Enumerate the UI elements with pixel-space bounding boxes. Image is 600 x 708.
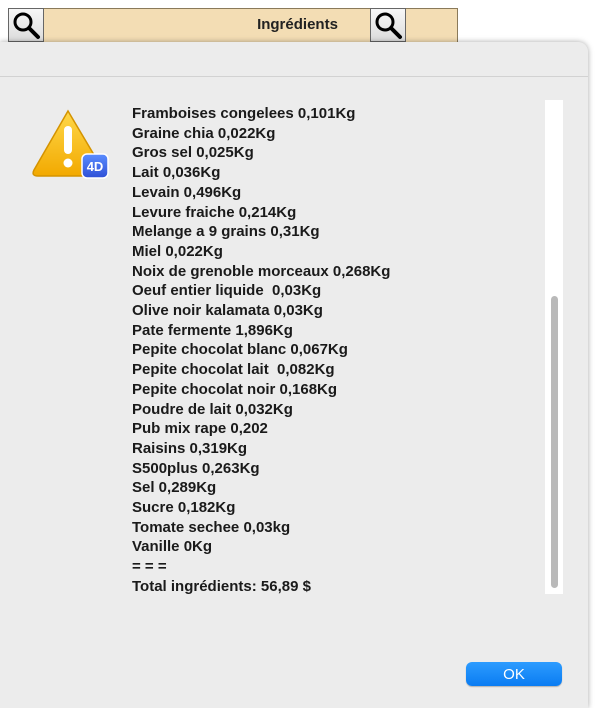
- dialog-titlebar: [0, 42, 588, 77]
- magnifier-icon: [13, 12, 40, 39]
- message-line: Pepite chocolat blanc 0,067Kg: [132, 341, 348, 359]
- toolbar-top-edge: [0, 0, 600, 8]
- message-line: Pate fermente 1,896Kg: [132, 321, 293, 339]
- message-line: Lait 0,036Kg: [132, 164, 221, 182]
- message-line: Melange a 9 grains 0,31Kg: [132, 223, 320, 241]
- message-line: Pub mix rape 0,202: [132, 420, 268, 438]
- message-text-area[interactable]: Framboises congelees 0,101Kg Graine chia …: [124, 100, 564, 597]
- message-line: Miel 0,022Kg: [132, 242, 223, 260]
- toolbar-title: Ingrédients: [257, 16, 338, 33]
- search-button-right[interactable]: [370, 8, 406, 42]
- search-button-left[interactable]: [8, 8, 44, 42]
- svg-text:4D: 4D: [87, 159, 104, 174]
- message-line: Sucre 0,182Kg: [132, 499, 236, 517]
- message-line: Poudre de lait 0,032Kg: [132, 400, 293, 418]
- message-line: Noix de grenoble morceaux 0,268Kg: [132, 262, 391, 280]
- alert-dialog: 4D Framboises congelees 0,101Kg Graine ch…: [0, 42, 588, 708]
- ok-button[interactable]: OK: [466, 662, 562, 686]
- message-line: Olive noir kalamata 0,03Kg: [132, 302, 323, 320]
- message-line: = = =: [132, 558, 167, 576]
- message-line: Pepite chocolat lait 0,082Kg: [132, 361, 335, 379]
- magnifier-icon: [375, 12, 402, 39]
- scrollbar-thumb[interactable]: [551, 296, 558, 588]
- message-line: Raisins 0,319Kg: [132, 439, 248, 457]
- message-line: Sel 0,289Kg: [132, 479, 217, 497]
- message-line: Pepite chocolat noir 0,168Kg: [132, 380, 338, 398]
- message-line: Framboises congelees 0,101Kg: [132, 105, 356, 122]
- message-line: S500plus 0,263Kg: [132, 459, 260, 477]
- message-line: Graine chia 0,022Kg: [132, 124, 276, 142]
- message-line: Tomate sechee 0,03kg: [132, 518, 291, 536]
- warning-icon: 4D: [32, 109, 109, 179]
- message-line: Total ingrédients: 56,89 $: [132, 577, 311, 595]
- vertical-scrollbar[interactable]: [545, 100, 563, 594]
- message-line: Gros sel 0,025Kg: [132, 144, 254, 162]
- message-line: Vanille 0Kg: [132, 538, 213, 556]
- message-lines: Framboises congelees 0,101Kg Graine chia …: [132, 104, 542, 597]
- message-line: Levure fraiche 0,214Kg: [132, 203, 297, 221]
- message-line: Oeuf entier liquide 0,03Kg: [132, 282, 322, 300]
- message-line: Levain 0,496Kg: [132, 183, 242, 201]
